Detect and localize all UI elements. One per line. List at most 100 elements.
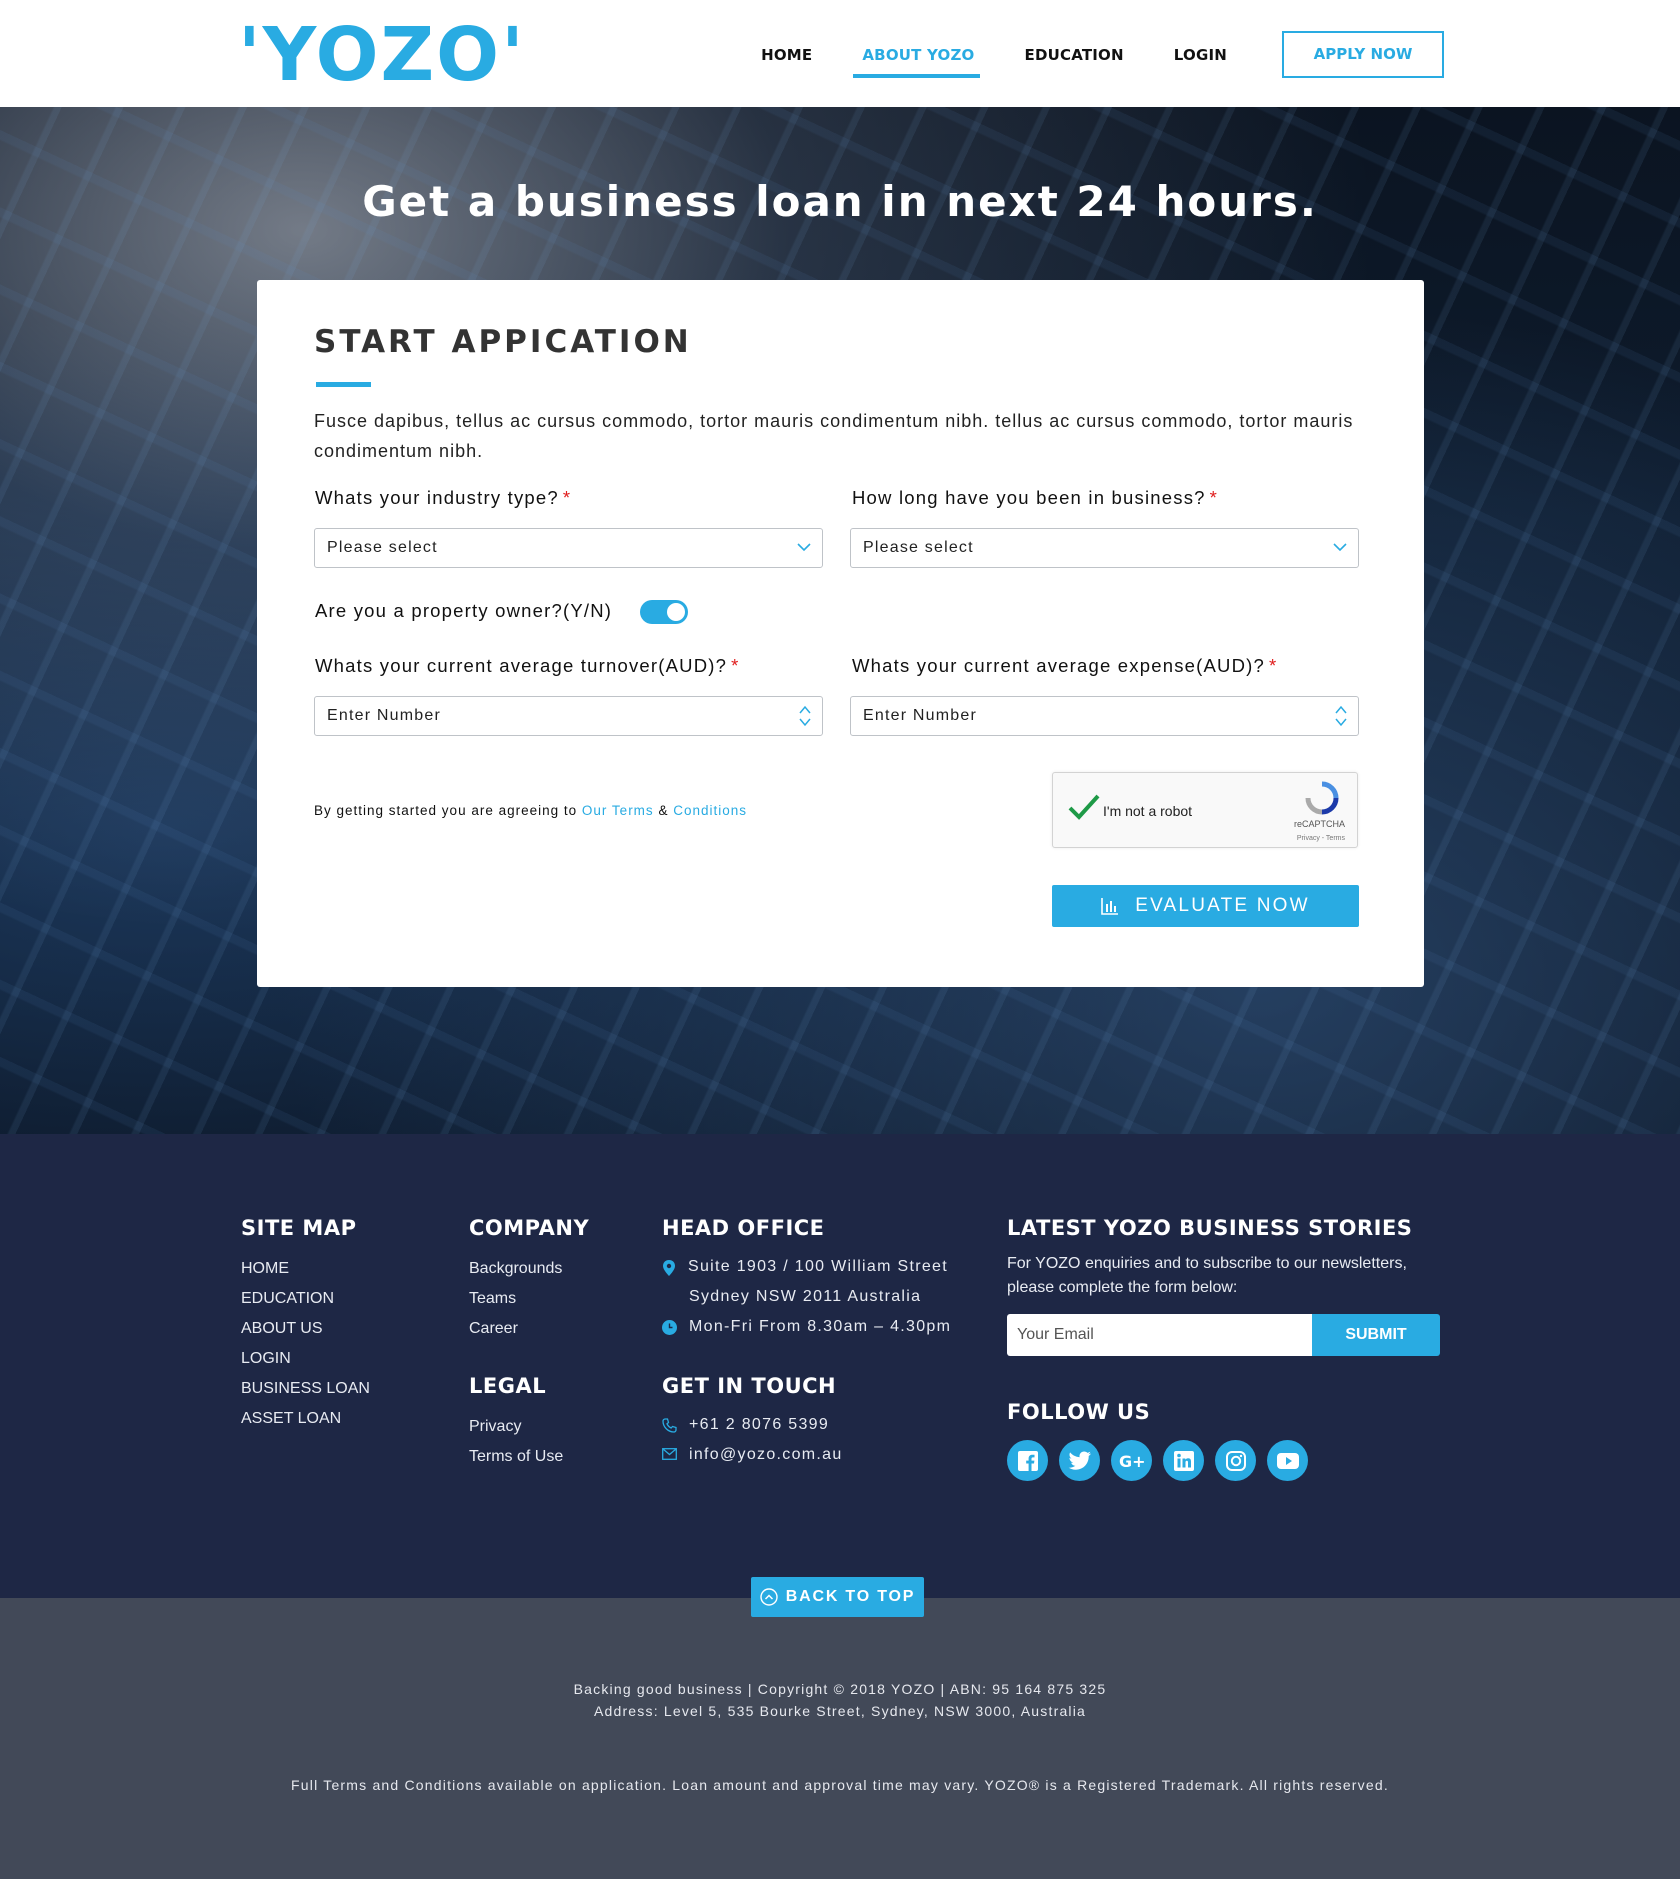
property-owner-label: Are you a property owner?(Y/N) (315, 600, 613, 621)
turnover-input[interactable]: Enter Number (314, 696, 823, 736)
hours-text: Mon-Fri From 8.30am – 4.30pm (689, 1318, 952, 1335)
contact-phone[interactable]: +61 2 8076 5399 (662, 1410, 951, 1440)
sitemap-link-home[interactable]: HOME (241, 1254, 370, 1284)
yozo-logo[interactable]: 'YOZO' (238, 18, 526, 92)
our-terms-link[interactable]: Our Terms (582, 803, 654, 818)
newsletter-form: Your Email SUBMIT (1007, 1314, 1440, 1356)
form-description: Fusce dapibus, tellus ac cursus commodo,… (314, 411, 1354, 461)
company-link-teams[interactable]: Teams (469, 1284, 589, 1314)
sitemap-link-asset-loan[interactable]: ASSET LOAN (241, 1404, 370, 1434)
sitemap-link-login[interactable]: LOGIN (241, 1344, 370, 1374)
social-icons: G+ (1007, 1440, 1440, 1481)
captcha-links[interactable]: Privacy - Terms (1297, 835, 1345, 842)
svg-text:G+: G+ (1119, 1452, 1145, 1470)
expense-label-text: Whats your current average expense(AUD)? (852, 655, 1266, 676)
evaluate-now-button[interactable]: EVALUATE NOW (1052, 885, 1359, 927)
newsletter-submit-button[interactable]: SUBMIT (1312, 1314, 1440, 1356)
apply-now-button[interactable]: APPLY NOW (1282, 30, 1444, 78)
legal-title: LEGAL (469, 1374, 547, 1398)
map-pin-icon (663, 1260, 675, 1276)
back-to-top-button[interactable]: BACK TO TOP (751, 1577, 924, 1617)
sitemap-link-about[interactable]: ABOUT US (241, 1314, 370, 1344)
head-office-title: HEAD OFFICE (662, 1216, 825, 1240)
facebook-icon[interactable] (1007, 1440, 1048, 1481)
get-in-touch-title: GET IN TOUCH (662, 1374, 837, 1398)
sitemap-link-education[interactable]: EDUCATION (241, 1284, 370, 1314)
legal-link-privacy[interactable]: Privacy (469, 1412, 589, 1442)
twitter-icon[interactable] (1059, 1440, 1100, 1481)
terms-notice: By getting started you are agreeing to O… (314, 803, 747, 818)
required-mark: * (1269, 655, 1278, 676)
expense-label: Whats your current average expense(AUD)?… (852, 655, 1277, 677)
office-address: Suite 1903 / 100 William Street (662, 1252, 951, 1282)
expense-input[interactable]: Enter Number (850, 696, 1359, 736)
terms-ampersand: & (658, 803, 669, 818)
toggle-knob (667, 603, 685, 621)
instagram-icon[interactable] (1215, 1440, 1256, 1481)
company-link-career[interactable]: Career (469, 1314, 589, 1344)
industry-label: Whats your industry type? * (315, 487, 571, 509)
turnover-label: Whats your current average turnover(AUD)… (315, 655, 740, 677)
required-mark: * (1209, 487, 1219, 508)
stories-text: For YOZO enquiries and to subscribe to o… (1007, 1255, 1407, 1296)
legal-link-terms[interactable]: Terms of Use (469, 1442, 589, 1472)
nav-home[interactable]: HOME (761, 30, 812, 78)
stories-title: LATEST YOZO BUSINESS STORIES (1007, 1216, 1413, 1240)
title-underline (316, 382, 371, 387)
footer-sitemap: SITE MAP HOME EDUCATION ABOUT US LOGIN B… (241, 1216, 370, 1434)
email-text: info@yozo.com.au (689, 1446, 843, 1463)
property-owner-toggle[interactable] (640, 600, 688, 624)
expense-placeholder: Enter Number (863, 707, 977, 724)
terms-prefix: By getting started you are agreeing to (314, 803, 578, 818)
disclaimer-line: Full Terms and Conditions available on a… (291, 1777, 1389, 1793)
business-duration-select[interactable]: Please select (850, 528, 1359, 568)
recaptcha-logo-icon (1305, 781, 1339, 815)
chevron-down-icon (797, 543, 811, 552)
industry-label-text: Whats your industry type? (315, 487, 559, 508)
clock-icon (662, 1320, 677, 1335)
nav-about-yozo[interactable]: ABOUT YOZO (853, 30, 980, 78)
address-line2: Sydney NSW 2011 Australia (689, 1288, 922, 1305)
evaluate-label: EVALUATE NOW (1135, 895, 1310, 916)
required-mark: * (562, 487, 572, 508)
required-mark: * (731, 655, 740, 676)
duration-select-value: Please select (863, 539, 974, 556)
industry-select[interactable]: Please select (314, 528, 823, 568)
duration-label: How long have you been in business? * (852, 487, 1218, 509)
captcha-label: I'm not a robot (1103, 803, 1193, 819)
turnover-label-text: Whats your current average turnover(AUD)… (315, 655, 728, 676)
footer-stories: LATEST YOZO BUSINESS STORIES For YOZO en… (1007, 1216, 1440, 1481)
footer-company: COMPANY Backgrounds Teams Career LEGAL P… (469, 1216, 589, 1472)
copyright-line: Backing good business | Copyright © 2018… (573, 1681, 1107, 1697)
company-title: COMPANY (469, 1216, 590, 1240)
sitemap-title: SITE MAP (241, 1216, 357, 1240)
mail-icon (662, 1448, 677, 1460)
number-spinner-icon[interactable] (1334, 703, 1348, 729)
nav-login[interactable]: LOGIN (1174, 30, 1227, 78)
nav-education[interactable]: EDUCATION (1025, 30, 1124, 78)
duration-label-text: How long have you been in business? (852, 487, 1206, 508)
conditions-link[interactable]: Conditions (673, 803, 747, 818)
hero-section: Get a business loan in next 24 hours. ST… (0, 107, 1680, 1134)
recaptcha-widget[interactable]: I'm not a robot reCAPTCHA Privacy - Term… (1052, 772, 1358, 848)
form-title: START APPICATION (314, 324, 692, 360)
checkmark-icon[interactable] (1067, 793, 1101, 821)
newsletter-email-input[interactable]: Your Email (1007, 1314, 1312, 1356)
company-link-backgrounds[interactable]: Backgrounds (469, 1254, 589, 1284)
back-to-top-label: BACK TO TOP (785, 1588, 916, 1605)
number-spinner-icon[interactable] (798, 703, 812, 729)
address-line: Address: Level 5, 535 Bourke Street, Syd… (593, 1703, 1087, 1719)
turnover-placeholder: Enter Number (327, 707, 441, 724)
linkedin-icon[interactable] (1163, 1440, 1204, 1481)
google-plus-icon[interactable]: G+ (1111, 1440, 1152, 1481)
sitemap-link-business-loan[interactable]: BUSINESS LOAN (241, 1374, 370, 1404)
youtube-icon[interactable] (1267, 1440, 1308, 1481)
phone-text: +61 2 8076 5399 (689, 1416, 830, 1433)
follow-us-title: FOLLOW US (1007, 1400, 1151, 1424)
footer-head-office: HEAD OFFICE Suite 1903 / 100 William Str… (662, 1216, 951, 1470)
hero-title: Get a business loan in next 24 hours. (362, 177, 1318, 226)
site-header: 'YOZO' HOME ABOUT YOZO EDUCATION LOGIN A… (0, 0, 1680, 107)
contact-email[interactable]: info@yozo.com.au (662, 1440, 951, 1470)
legal-bottom-bar: Backing good business | Copyright © 2018… (0, 1598, 1680, 1879)
captcha-brand: reCAPTCHA (1293, 819, 1345, 829)
